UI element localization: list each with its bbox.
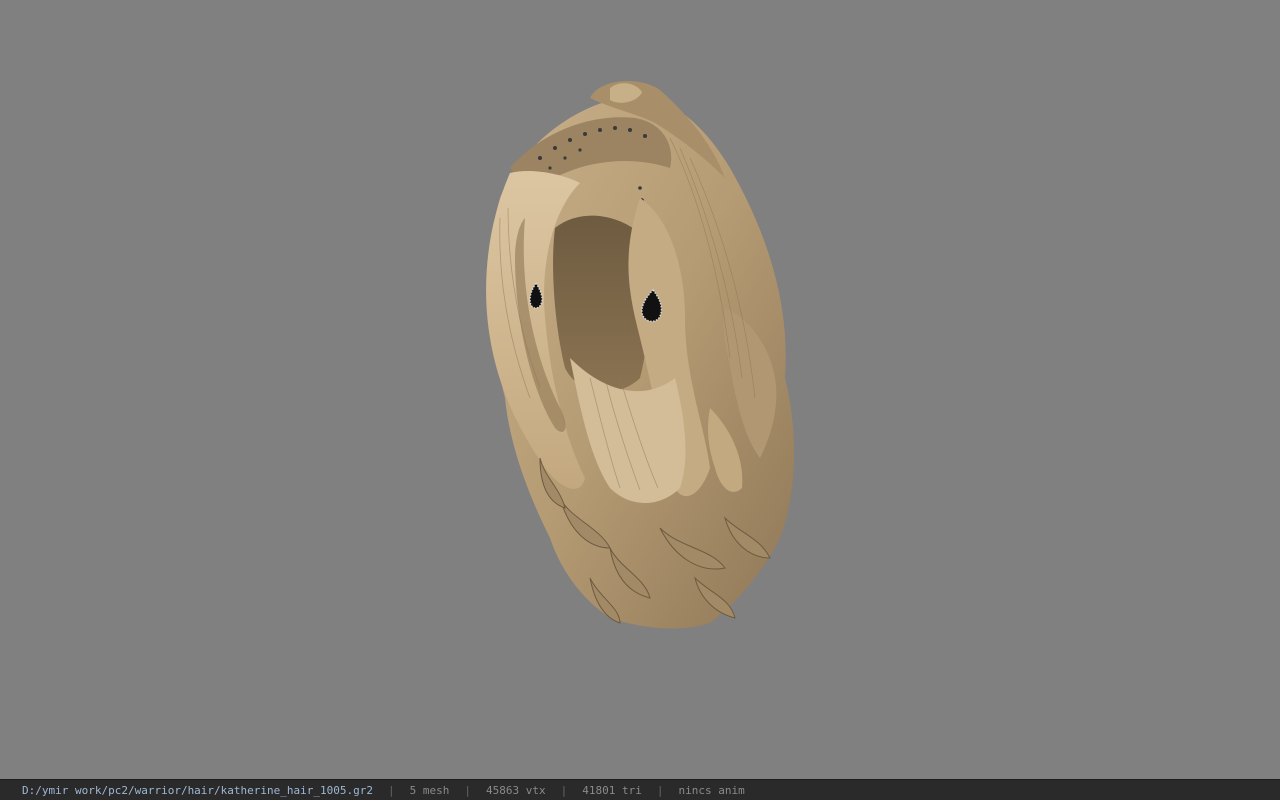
hair-model-render[interactable] xyxy=(470,78,810,638)
status-separator: | xyxy=(656,783,664,797)
file-path-label: D:/ymir work/pc2/warrior/hair/katherine_… xyxy=(22,783,373,797)
triangle-count-label: 41801 tri xyxy=(582,783,642,797)
status-bar: D:/ymir work/pc2/warrior/hair/katherine_… xyxy=(0,779,1280,800)
mesh-count-label: 5 mesh xyxy=(409,783,450,797)
3d-viewport[interactable] xyxy=(0,0,1280,779)
vertex-count-label: 45863 vtx xyxy=(486,783,546,797)
animation-status-label: nincs anim xyxy=(678,783,745,797)
status-separator: | xyxy=(388,783,395,797)
status-separator: | xyxy=(560,783,568,797)
status-separator: | xyxy=(464,783,471,797)
